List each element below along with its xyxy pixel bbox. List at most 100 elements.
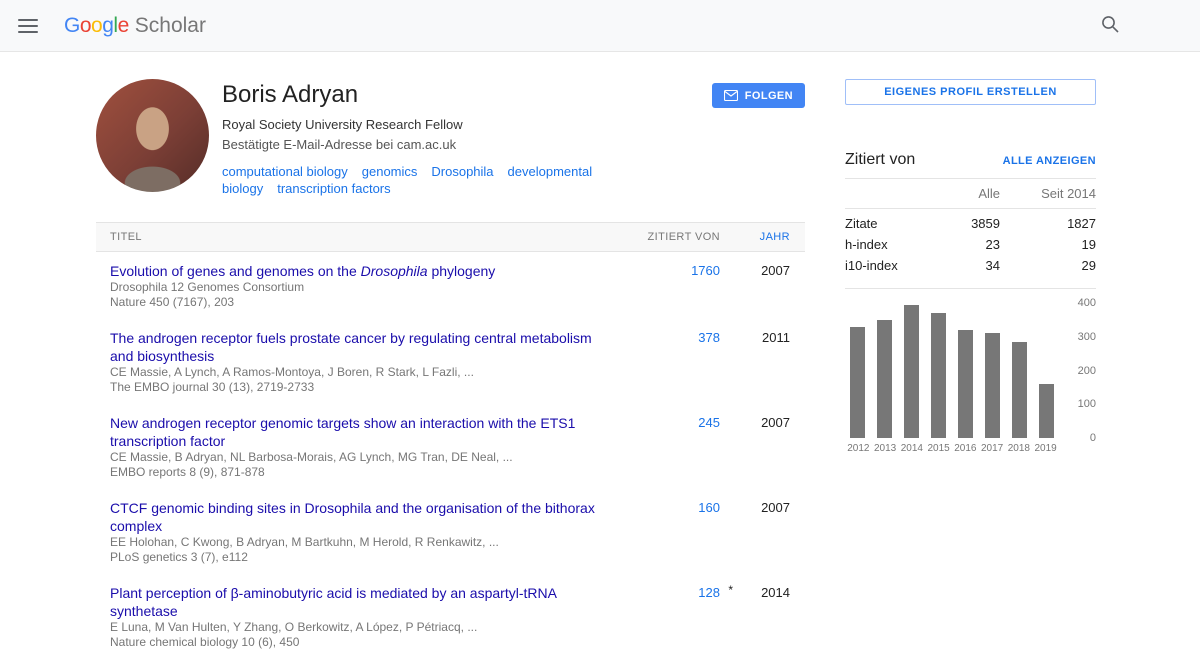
interest-link[interactable]: Drosophila: [431, 164, 493, 179]
publication-row: New androgen receptor genomic targets sh…: [96, 404, 805, 489]
google-logo-letter: o: [80, 14, 91, 37]
publication-title-link[interactable]: Evolution of genes and genomes on the Dr…: [110, 262, 612, 280]
publication-row: Evolution of genes and genomes on the Dr…: [96, 252, 805, 319]
publication-title-link[interactable]: The androgen receptor fuels prostate can…: [110, 329, 612, 365]
chart-y-tick: 400: [1078, 297, 1096, 309]
profile-email-verified: Bestätigte E-Mail-Adresse bei cam.ac.uk: [222, 136, 712, 153]
publication-year: 2007: [720, 499, 790, 565]
column-header-year-sort-link[interactable]: JAHR: [720, 231, 790, 243]
publication-title-link[interactable]: CTCF genomic binding sites in Drosophila…: [110, 499, 612, 535]
publication-info: The androgen receptor fuels prostate can…: [110, 329, 630, 395]
search-button[interactable]: [1096, 10, 1124, 41]
publication-info: Plant perception of β-aminobutyric acid …: [110, 584, 630, 650]
chart-y-tick: 200: [1078, 365, 1096, 377]
publication-authors: CE Massie, B Adryan, NL Barbosa-Morais, …: [110, 450, 612, 465]
chart-bar[interactable]: [1012, 342, 1027, 438]
chart-x-labels: 20122013201420152016201720182019: [845, 443, 1059, 454]
citations-chart: 0100200300400: [845, 303, 1096, 438]
chart-y-tick: 300: [1078, 331, 1096, 343]
stat-row-i10-index: i10-index 34 29: [845, 255, 1096, 276]
menu-button[interactable]: [18, 19, 38, 33]
stat-label: i10-index: [845, 258, 940, 273]
stat-row-citations: Zitate 3859 1827: [845, 213, 1096, 234]
google-logo-letter: e: [118, 14, 129, 37]
cited-by-count-link[interactable]: 128: [698, 585, 720, 600]
create-profile-button[interactable]: EIGENES PROFIL ERSTELLEN: [845, 79, 1096, 105]
follow-button[interactable]: FOLGEN: [712, 83, 805, 108]
hamburger-icon: [18, 31, 38, 33]
cited-by-count-link[interactable]: 378: [698, 330, 720, 345]
publication-row: CTCF genomic binding sites in Drosophila…: [96, 489, 805, 574]
cited-by-title: Zitiert von: [845, 151, 1003, 169]
chart-x-label: 2018: [1006, 443, 1033, 454]
publication-year: 2007: [720, 262, 790, 310]
publication-info: CTCF genomic binding sites in Drosophila…: [110, 499, 630, 565]
chart-y-tick: 0: [1090, 432, 1096, 444]
interest-link[interactable]: genomics: [362, 164, 418, 179]
publication-authors: Drosophila 12 Genomes Consortium: [110, 280, 612, 295]
stats-table-header: Alle Seit 2014: [845, 179, 1096, 209]
cited-by-count-link[interactable]: 245: [698, 415, 720, 430]
publication-row: Plant perception of β-aminobutyric acid …: [96, 574, 805, 659]
interest-link[interactable]: transcription factors: [277, 181, 390, 196]
cited-by-cell: 128*: [630, 584, 720, 650]
column-header-all: Alle: [940, 186, 1000, 201]
profile-affiliation: Royal Society University Research Fellow: [222, 116, 712, 133]
stat-value-all: 34: [940, 258, 1000, 273]
stats-table-body: Zitate 3859 1827 h-index 23 19 i10-index…: [845, 209, 1096, 289]
column-header-title: TITEL: [110, 231, 630, 243]
publication-venue: Nature chemical biology 10 (6), 450: [110, 635, 612, 650]
chart-bar[interactable]: [904, 305, 919, 438]
stat-row-h-index: h-index 23 19: [845, 234, 1096, 255]
chart-x-label: 2013: [872, 443, 899, 454]
publication-authors: E Luna, M Van Hulten, Y Zhang, O Berkowi…: [110, 620, 612, 635]
publication-authors: CE Massie, A Lynch, A Ramos-Montoya, J B…: [110, 365, 612, 380]
cited-by-count-link[interactable]: 160: [698, 500, 720, 515]
stat-label: Zitate: [845, 216, 940, 231]
chart-x-label: 2012: [845, 443, 872, 454]
publication-title-link[interactable]: Plant perception of β-aminobutyric acid …: [110, 584, 612, 620]
top-bar: Google Scholar: [0, 0, 1200, 52]
chart-x-label: 2015: [925, 443, 952, 454]
column-header-cited-by: ZITIERT VON: [630, 231, 720, 243]
publications-table: TITEL ZITIERT VON JAHR Evolution of gene…: [96, 222, 805, 665]
publications-table-header: TITEL ZITIERT VON JAHR: [96, 222, 805, 252]
publication-year: 2007: [720, 414, 790, 480]
chart-bar[interactable]: [958, 330, 973, 438]
main-column: Boris Adryan Royal Society University Re…: [96, 79, 805, 665]
interest-link[interactable]: computational biology: [222, 164, 348, 179]
publication-authors: EE Holohan, C Kwong, B Adryan, M Bartkuh…: [110, 535, 612, 550]
scholar-logo[interactable]: Google Scholar: [64, 14, 206, 38]
publication-info: New androgen receptor genomic targets sh…: [110, 414, 630, 480]
page-content: Boris Adryan Royal Society University Re…: [0, 52, 1200, 665]
google-logo-letter: o: [91, 14, 102, 37]
stat-value-since: 1827: [1000, 216, 1096, 231]
column-header-since: Seit 2014: [1000, 186, 1096, 201]
hamburger-icon: [18, 19, 38, 21]
profile-photo: [96, 79, 209, 192]
chart-bar[interactable]: [850, 327, 865, 438]
chart-y-tick: 100: [1078, 398, 1096, 410]
stat-value-all: 23: [940, 237, 1000, 252]
chart-bar[interactable]: [877, 320, 892, 438]
cited-by-count-link[interactable]: 1760: [691, 263, 720, 278]
merged-citations-star[interactable]: *: [728, 581, 733, 599]
stat-label: h-index: [845, 237, 940, 252]
cited-by-cell: 378: [630, 329, 720, 395]
publication-venue: EMBO reports 8 (9), 871-878: [110, 465, 612, 480]
chart-bar[interactable]: [985, 333, 1000, 438]
hamburger-icon: [18, 25, 38, 27]
publication-row: The androgen receptor fuels prostate can…: [96, 319, 805, 404]
cited-by-cell: 1760: [630, 262, 720, 310]
publication-title-link[interactable]: New androgen receptor genomic targets sh…: [110, 414, 612, 450]
publication-venue: Nature 450 (7167), 203: [110, 295, 612, 310]
view-all-link[interactable]: ALLE ANZEIGEN: [1003, 155, 1096, 167]
chart-bars: [845, 303, 1059, 438]
chart-bar[interactable]: [1039, 384, 1054, 438]
chart-bar[interactable]: [931, 313, 946, 438]
profile-header: Boris Adryan Royal Society University Re…: [96, 79, 805, 197]
chart-x-label: 2016: [952, 443, 979, 454]
chart-y-axis: 0100200300400: [1059, 303, 1096, 438]
publication-row: FlyTF: a systematic review of site-speci…: [96, 659, 805, 665]
interests-list: computational biologygenomicsDrosophilad…: [222, 163, 712, 197]
